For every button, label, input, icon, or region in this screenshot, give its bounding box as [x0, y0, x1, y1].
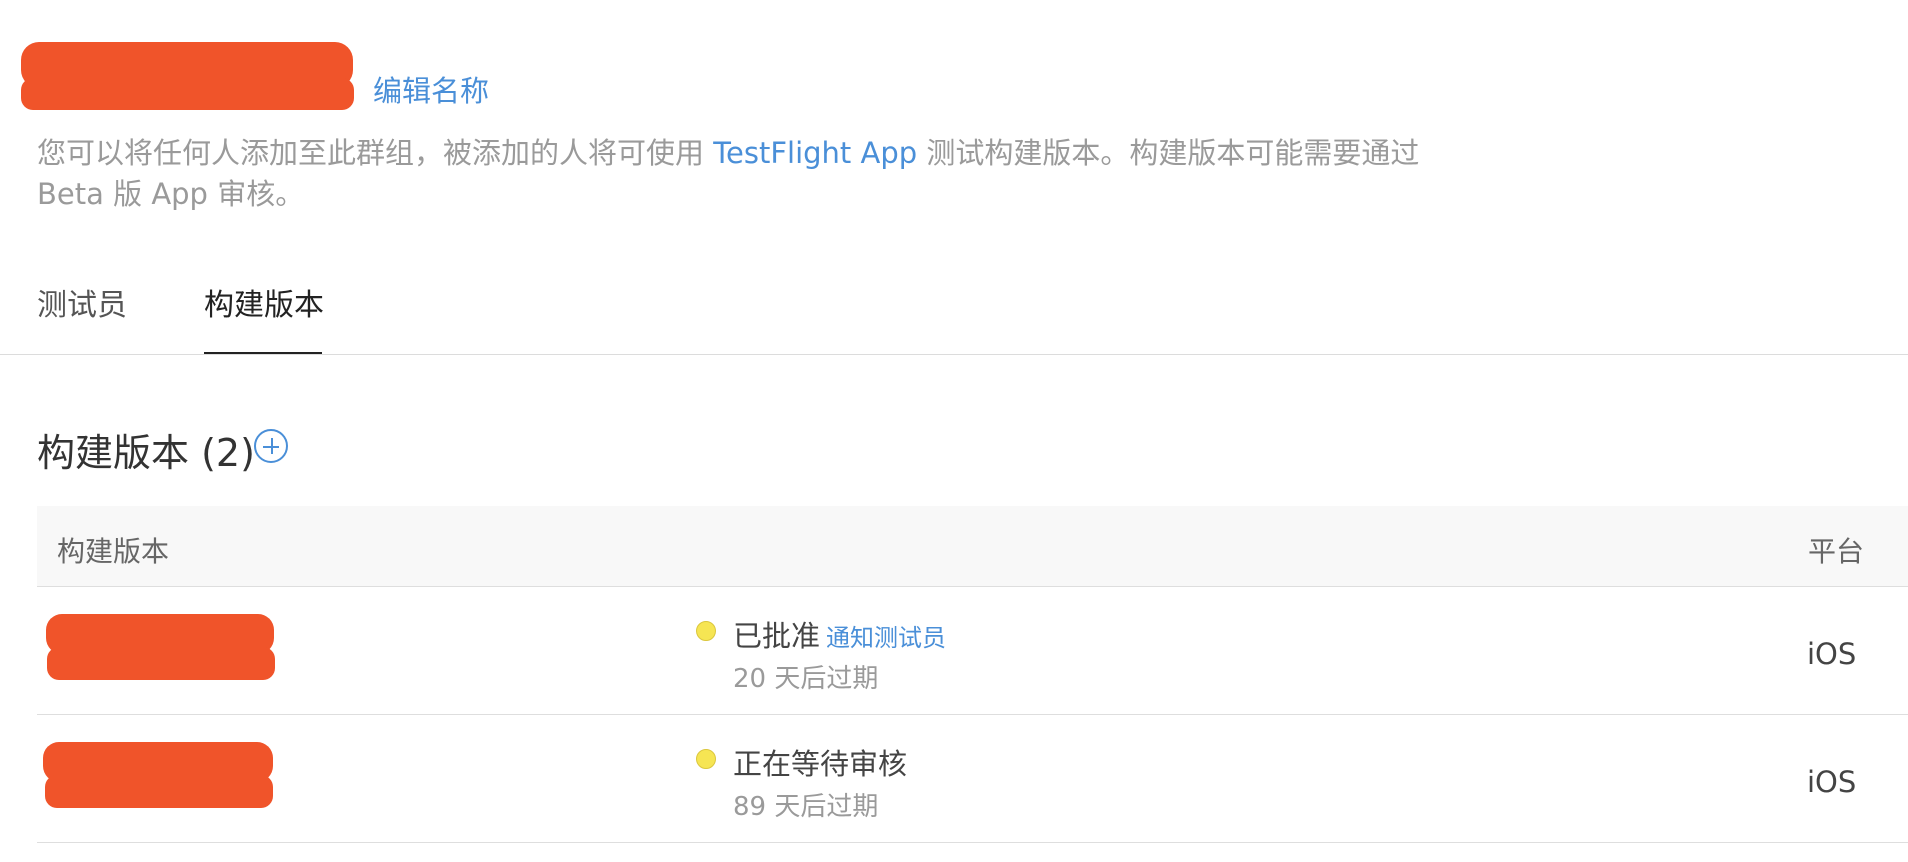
tab-builds[interactable]: 构建版本	[204, 280, 324, 324]
table-row[interactable]: 已批准 通知测试员 20 天后过期 iOS	[37, 587, 1908, 715]
status-dot	[696, 621, 716, 641]
builds-table-header: 构建版本 平台	[37, 506, 1908, 587]
group-description: 您可以将任何人添加至此群组，被添加的人将可使用 TestFlight App 测…	[37, 133, 1457, 215]
description-text-before: 您可以将任何人添加至此群组，被添加的人将可使用	[37, 136, 714, 170]
plus-circle-icon[interactable]	[254, 429, 288, 463]
redacted-group-name-lower	[21, 78, 354, 110]
column-header-build: 构建版本	[57, 535, 170, 568]
status-dot	[696, 749, 716, 769]
edit-name-link[interactable]: 编辑名称	[373, 68, 489, 110]
column-header-platform: 平台	[1808, 535, 1865, 568]
build-platform: iOS	[1807, 765, 1857, 799]
table-row[interactable]: 正在等待审核 89 天后过期 iOS	[37, 715, 1908, 843]
testflight-app-link[interactable]: TestFlight App	[713, 136, 917, 170]
build-status: 正在等待审核	[733, 747, 908, 781]
build-platform: iOS	[1807, 637, 1857, 671]
build-expiry: 20 天后过期	[733, 664, 879, 694]
build-status: 已批准 通知测试员	[733, 613, 946, 655]
builds-section-title: 构建版本 (2)	[37, 431, 255, 475]
tabs-divider	[0, 354, 1908, 355]
build-expiry: 89 天后过期	[733, 792, 879, 822]
tab-testers[interactable]: 测试员	[37, 280, 127, 324]
redacted-build-number	[47, 647, 275, 680]
notify-testers-link[interactable]: 通知测试员	[826, 624, 946, 652]
build-status-label: 已批准	[733, 619, 821, 653]
redacted-build-number	[45, 775, 273, 808]
